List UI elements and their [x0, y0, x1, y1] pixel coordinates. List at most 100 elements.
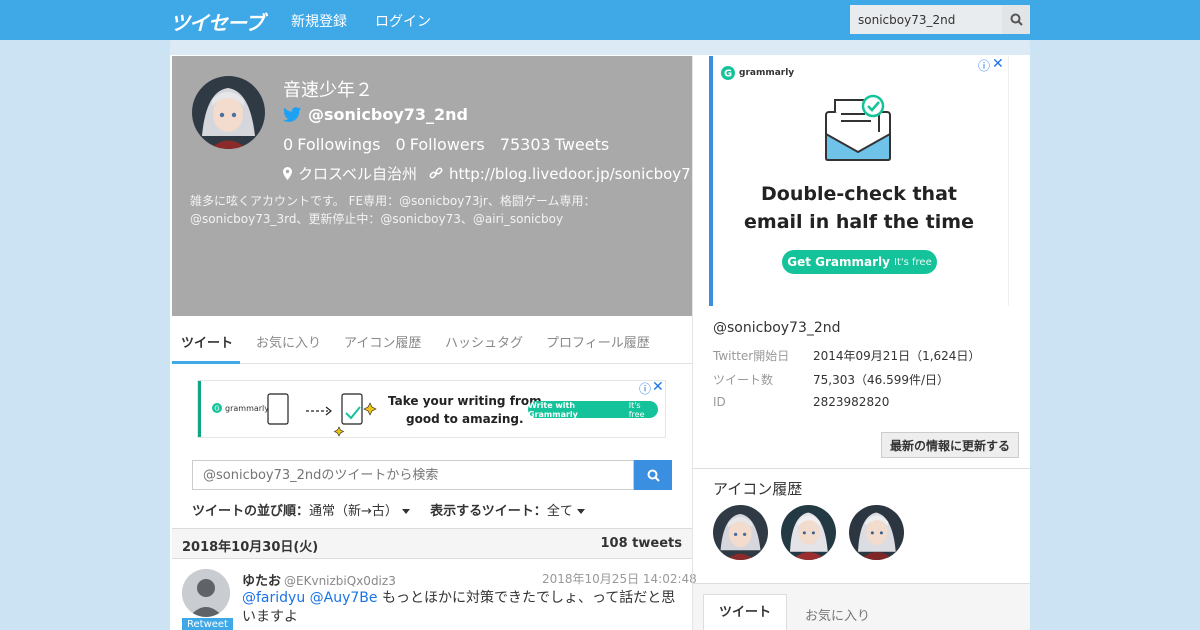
grammarly-logo-icon: G [721, 66, 735, 80]
search-icon [647, 469, 660, 482]
sort-order-label: ツイートの並び順： [192, 504, 310, 519]
info-row-id: ID 2823982820 [713, 395, 889, 409]
info-value: 75,303（46.599件/日） [813, 373, 950, 387]
tab-hashtags[interactable]: ハッシュタグ [445, 332, 523, 351]
tab-tweets[interactable]: ツイート [181, 332, 233, 351]
profile-avatar [192, 76, 265, 149]
tweet-author[interactable]: ゆたお @EKvnizbiQx0diz3 [242, 570, 396, 589]
ad-headline: Take your writing from good to amazing. [388, 392, 542, 428]
map-marker-icon [283, 167, 292, 180]
profile-handle-row: @sonicboy73_2nd [283, 105, 468, 124]
twitter-bird-icon [283, 106, 302, 122]
ad-close-icon[interactable]: ✕ [652, 379, 664, 395]
display-filter-dropdown[interactable]: 表示するツイート：全て [430, 504, 585, 519]
link-icon [429, 167, 443, 178]
icon-history-avatar[interactable] [781, 505, 836, 560]
side-tab-favorites[interactable]: お気に入り [805, 605, 870, 624]
tweet-author-handle: @EKvnizbiQx0diz3 [284, 574, 396, 588]
grammarly-logo-icon: G [212, 403, 222, 413]
info-row-start-date: Twitter開始日 2014年09月21日（1,624日） [713, 347, 980, 364]
envelope-check-icon [825, 94, 891, 161]
tweet-author-name: ゆたお [242, 574, 282, 589]
side-ad-cta-sub: It's free [894, 256, 932, 268]
document-arrow-illustration-icon [267, 393, 377, 437]
display-filter-label: 表示するツイート： [430, 504, 547, 519]
tweet-search-button[interactable] [634, 460, 672, 490]
icon-history-title: アイコン履歴 [713, 480, 803, 498]
tab-profile-history[interactable]: プロフィール履歴 [546, 332, 650, 351]
signup-link[interactable]: 新規登録 [291, 11, 347, 31]
info-value: 2823982820 [813, 395, 890, 409]
tab-favorites[interactable]: お気に入り [256, 332, 321, 351]
ad-cta-sub: It's free [628, 400, 645, 419]
ad-cta-button[interactable]: Write with Grammarly It's free [528, 400, 658, 419]
side-ad-cta-label: Get Grammarly [787, 255, 890, 269]
date-header: 2018年10月30日(火) 108 tweets [172, 528, 692, 559]
tweets-count: 75303 [499, 135, 551, 154]
sort-controls: ツイートの並び順：通常（新→古） 表示するツイート：全て [192, 500, 585, 519]
side-ad-info-icon[interactable]: ⓘ [978, 57, 990, 74]
side-ad-headline: Double-check that email in half the time [709, 180, 1009, 236]
icon-history-avatar[interactable] [849, 505, 904, 560]
ad-headline-line2: good to amazing. [406, 412, 524, 426]
update-info-button[interactable]: 最新の情報に更新する [881, 432, 1019, 458]
info-label: Twitter開始日 [713, 349, 790, 363]
tab-icon-history[interactable]: アイコン履歴 [344, 332, 421, 351]
profile-location: クロスベル自治州 [298, 165, 417, 183]
ad-brand: G grammarly [212, 403, 269, 413]
profile-location-row: クロスベル自治州 http://blog.livedoor.jp/sonicbo… [283, 163, 700, 184]
ad-banner[interactable]: G grammarly Take your writing from good … [197, 380, 666, 438]
tweets-label: Tweets [554, 135, 610, 154]
ad-info-icon[interactable]: ⓘ [639, 380, 651, 397]
sort-order-dropdown[interactable]: ツイートの並び順：通常（新→古） [192, 504, 410, 519]
site-logo[interactable]: ツイセーブ [170, 7, 265, 36]
side-ad-headline-line1: Double-check that [761, 183, 957, 205]
side-ad[interactable]: G grammarly Double-check that email in h… [709, 56, 1009, 306]
side-ad-headline-line2: email in half the time [744, 211, 974, 233]
active-tab-indicator [172, 361, 240, 364]
login-link[interactable]: ログイン [375, 11, 431, 31]
svg-text:G: G [724, 69, 732, 80]
column-divider [692, 56, 693, 630]
ad-cta-label: Write with Grammarly [528, 400, 578, 419]
profile-handle: @sonicboy73_2nd [308, 105, 468, 124]
svg-text:G: G [214, 405, 219, 413]
tweet-mention[interactable]: @Auy7Be [310, 590, 378, 606]
sort-order-value: 通常（新→古） [309, 504, 398, 519]
info-row-tweet-count: ツイート数 75,303（46.599件/日） [713, 371, 949, 388]
header-search [850, 5, 1030, 34]
followings-count: 0 [283, 135, 294, 154]
profile-tabs: ツイート お気に入り アイコン履歴 ハッシュタグ プロフィール履歴 [172, 316, 692, 364]
profile-name: 音速少年２ [283, 80, 373, 101]
side-tabs: ツイート お気に入り [693, 584, 1030, 630]
followings-label: Followings [297, 135, 381, 154]
top-navbar: ツイセーブ 新規登録 ログイン [0, 0, 1200, 40]
side-ad-close-icon[interactable]: ✕ [992, 56, 1004, 72]
date-label: 2018年10月30日(火) [182, 540, 319, 555]
header-search-input[interactable] [850, 5, 1002, 34]
tweet-search-input[interactable] [192, 460, 634, 490]
ad-headline-line1: Take your writing from [388, 394, 542, 408]
icon-history-avatar[interactable] [713, 505, 768, 560]
search-icon [1010, 13, 1023, 26]
ad-brand-name: grammarly [225, 403, 270, 413]
header-search-button[interactable] [1002, 5, 1030, 34]
profile-header: 音速少年２ @sonicboy73_2nd 0 Followings 0 Follo… [172, 56, 700, 316]
info-value: 2014年09月21日（1,624日） [813, 349, 981, 363]
tweet-author-avatar[interactable] [182, 569, 230, 617]
tweet-body: もっとほかに対策できたでしょ、って話だと思いますよ [242, 590, 676, 625]
followers-label: Followers [409, 135, 485, 154]
side-ad-cta-button[interactable]: Get Grammarly It's free [782, 250, 937, 274]
info-label: ツイート数 [713, 373, 774, 387]
tweet-text: @faridyu @Auy7Be もっとほかに対策できたでしょ、って話だと思いま… [242, 589, 682, 627]
side-tab-tweets[interactable]: ツイート [703, 594, 787, 630]
profile-bio: 雑多に呟くアカウントです。 FE専用：@sonicboy73jr、格闘ゲーム専用… [190, 194, 596, 226]
profile-url[interactable]: http://blog.livedoor.jp/sonicboy73 [449, 165, 700, 183]
tweet-count: 108 tweets [600, 536, 682, 551]
tweet-timestamp[interactable]: 2018年10月25日 14:02:48 [542, 570, 697, 587]
sub-bar [170, 40, 1030, 55]
tweet-mention[interactable]: @faridyu [242, 590, 305, 606]
display-filter-value: 全て [546, 504, 573, 519]
retweet-badge: Retweet [182, 618, 233, 630]
side-handle: @sonicboy73_2nd [713, 320, 841, 336]
